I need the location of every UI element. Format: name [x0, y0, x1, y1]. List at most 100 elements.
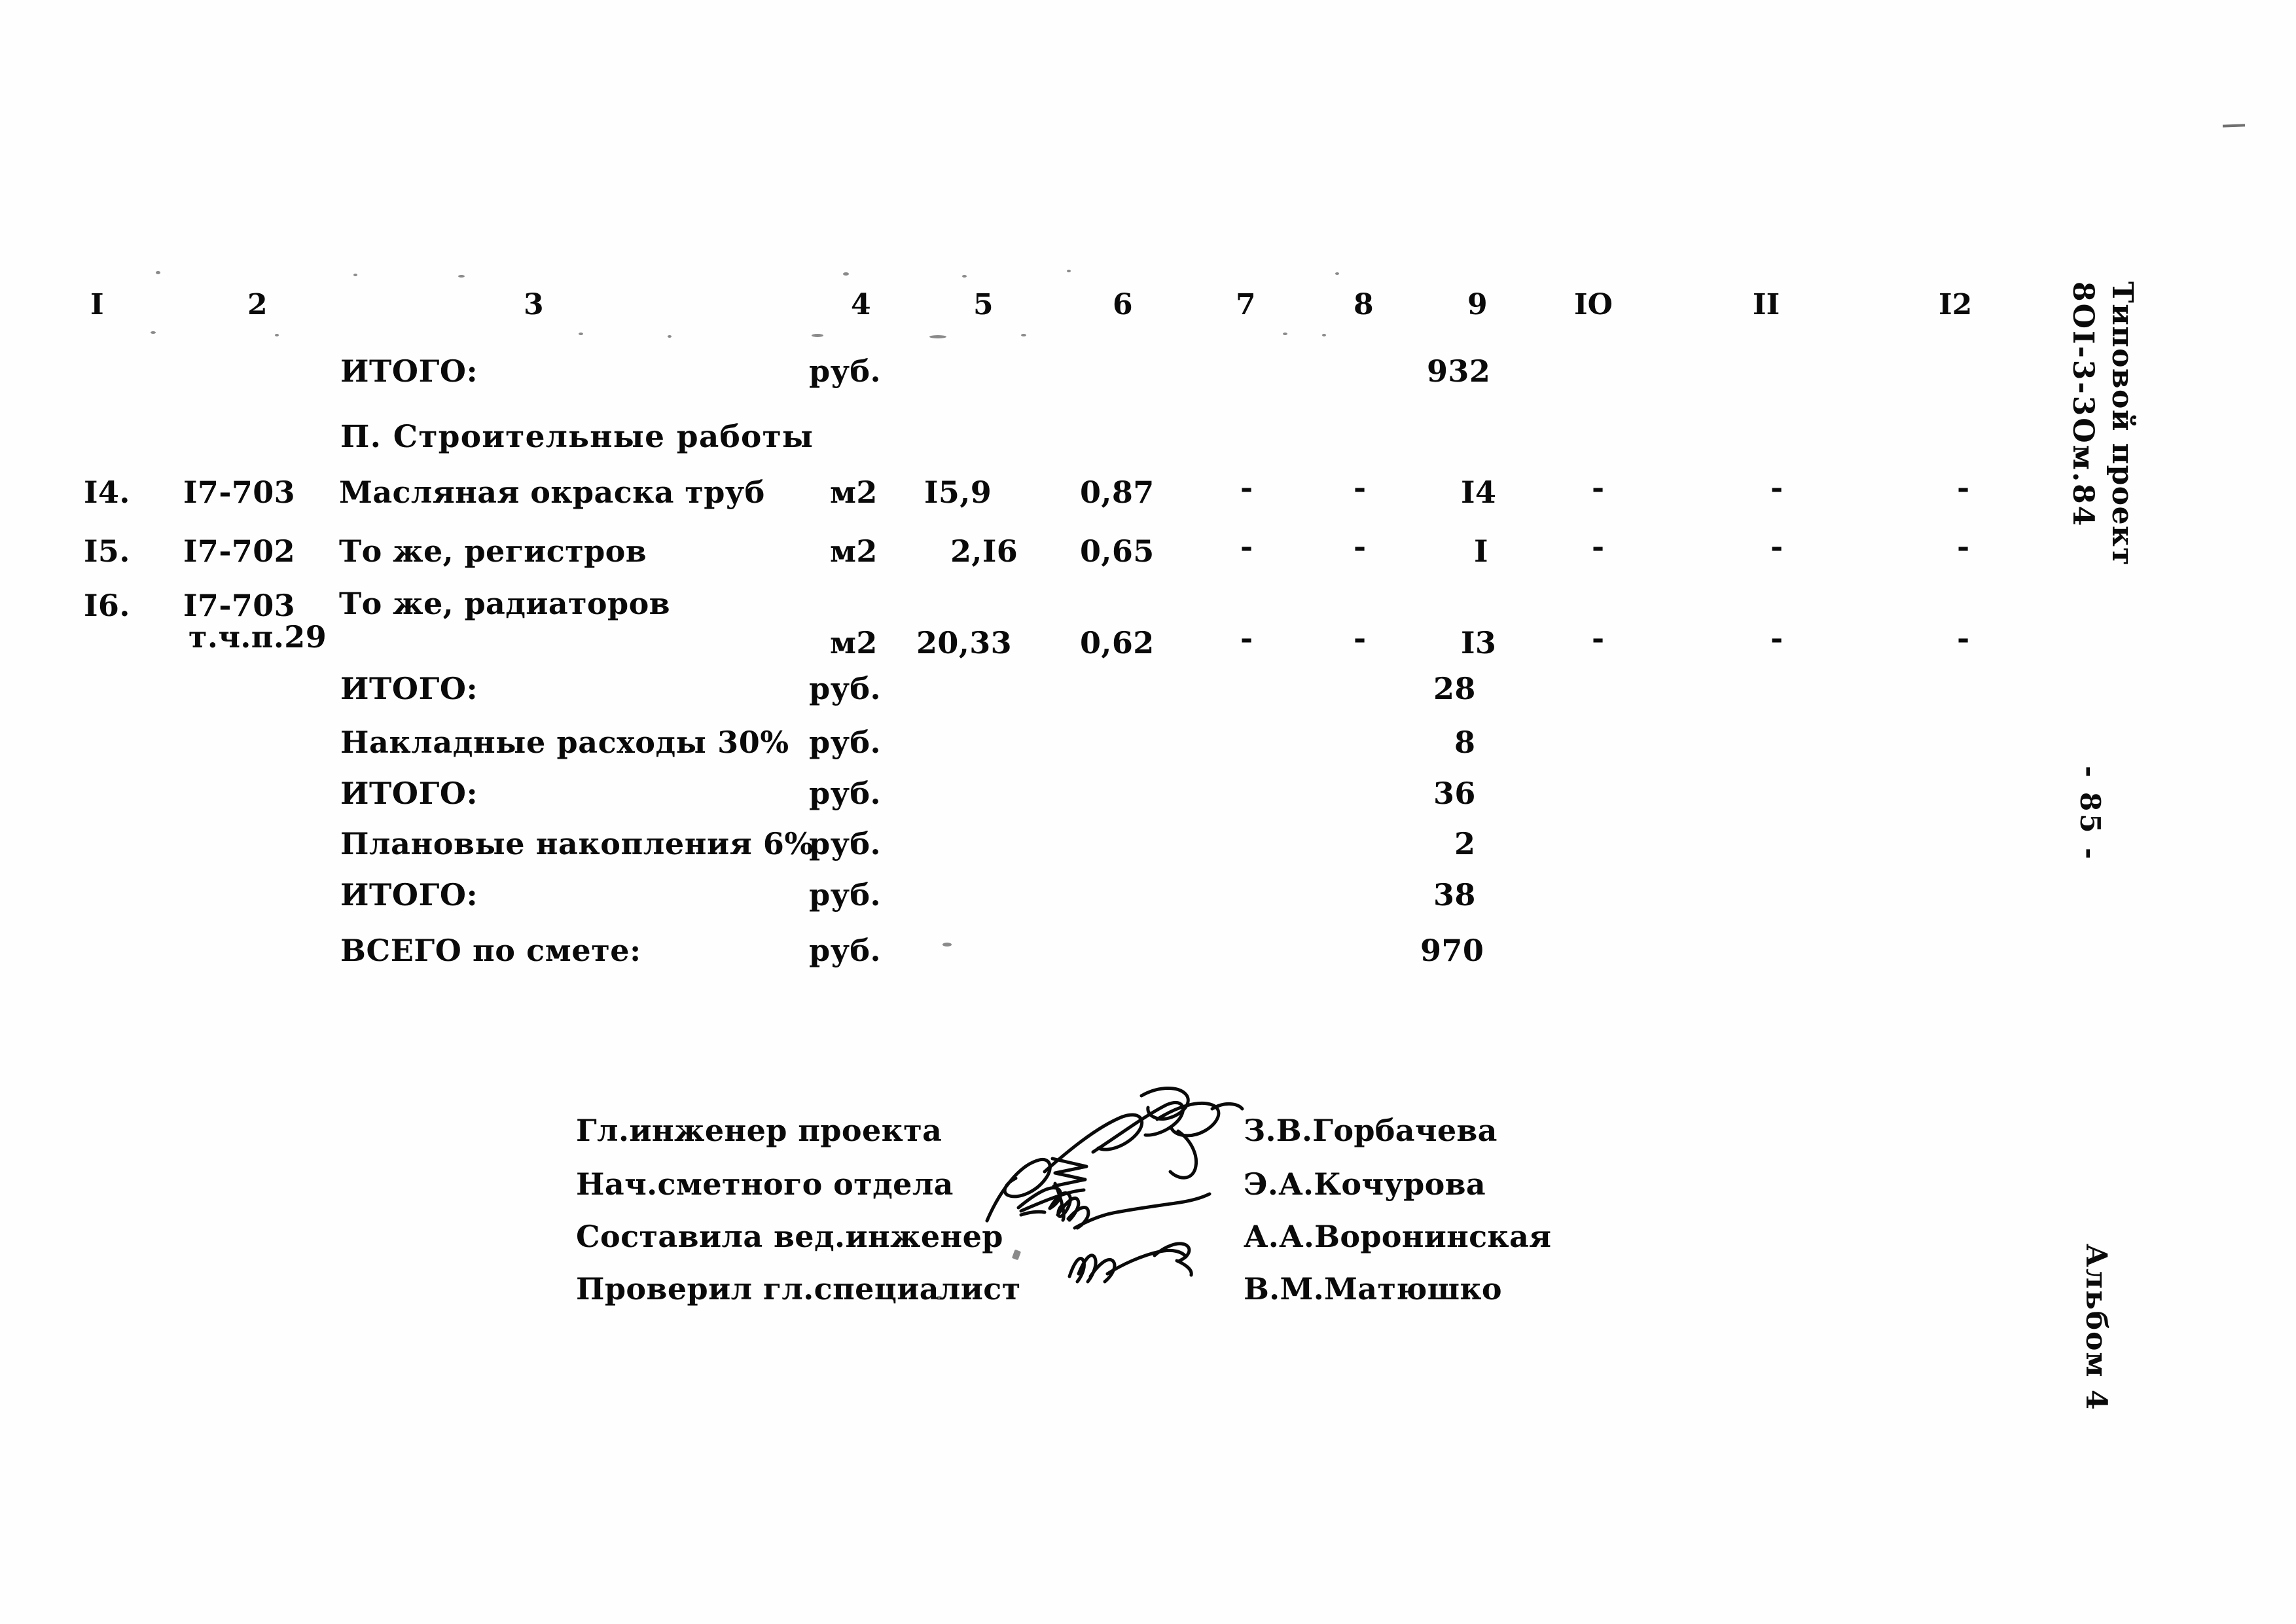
document-page: I 2 3 4 5 6 7 8 9 IO II I2 ИТОГО: руб. 9… [0, 0, 2296, 1624]
column-header-12: I2 [1939, 288, 1973, 321]
summary-unit: руб. [809, 776, 881, 811]
table-row-no: I5. [84, 533, 130, 569]
scan-noise [929, 335, 946, 338]
table-row-no: I6. [84, 588, 130, 623]
scan-artifact-tick [2222, 124, 2246, 128]
column-header-6: 6 [1113, 288, 1133, 321]
table-row-col12: - [1957, 529, 1970, 564]
summary-label: ИТОГО: [340, 671, 478, 706]
table-row-code: I7-703 [183, 588, 296, 623]
table-row-price: 0,62 [1080, 625, 1155, 660]
column-header-9: 9 [1467, 288, 1488, 321]
margin-project-label: Типовой проект [2106, 281, 2139, 567]
scan-noise [668, 335, 672, 338]
scan-noise [1021, 334, 1026, 336]
table-row-col8: - [1354, 621, 1367, 656]
table-row-unit: м2 [830, 533, 878, 569]
table-row-qty: 20,33 [916, 625, 1013, 660]
table-row-col10: - [1592, 470, 1605, 505]
summary-label: Плановые накопления 6% [340, 826, 814, 861]
summary-value: 2 [1454, 826, 1476, 861]
table-row-col9: I4 [1461, 475, 1497, 510]
scan-noise [579, 333, 583, 335]
signature-name: А.А.Воронинская [1244, 1219, 1552, 1254]
table-row-qty: I5,9 [924, 475, 992, 510]
summary-value: 36 [1433, 776, 1476, 811]
table-row-col9: I [1474, 533, 1488, 569]
signature-name: З.В.Горбачева [1244, 1113, 1498, 1148]
table-row-col7: - [1240, 529, 1253, 564]
signature-role: Проверил гл.специалист [576, 1271, 1021, 1307]
table-row-name: Масляная окраска труб [339, 475, 765, 510]
column-header-8: 8 [1354, 288, 1374, 321]
scan-noise [1067, 270, 1071, 272]
summary-value: 38 [1433, 877, 1476, 912]
column-header-11: II [1753, 288, 1780, 321]
column-header-7: 7 [1236, 288, 1256, 321]
scan-noise [353, 274, 357, 276]
table-row-col8: - [1354, 529, 1367, 564]
grand-total-unit: руб. [809, 933, 881, 968]
column-header-5: 5 [973, 288, 994, 321]
scan-noise [275, 334, 279, 336]
table-row-col8: - [1354, 470, 1367, 505]
table-row-price: 0,65 [1080, 533, 1155, 569]
scan-noise [1011, 1249, 1022, 1261]
scan-noise [156, 271, 160, 274]
margin-project-code: 8OI-3-3Oм.84 [2066, 281, 2100, 528]
grand-total-label: ВСЕГО по смете: [340, 933, 641, 968]
handwritten-signature [985, 1086, 1244, 1284]
section-heading: П. Строительные работы [340, 419, 814, 455]
top-total-label: ИТОГО: [340, 353, 478, 389]
table-row-col11: - [1770, 529, 1784, 564]
scan-noise [151, 331, 156, 334]
scan-noise [812, 334, 823, 337]
summary-label: Накладные расходы 30% [340, 725, 789, 760]
column-header-1: I [90, 288, 104, 321]
scan-noise [1335, 272, 1339, 275]
top-total-value: 932 [1427, 353, 1491, 389]
table-row-col7: - [1240, 621, 1253, 656]
table-row-name: То же, регистров [339, 533, 647, 569]
scan-noise [962, 275, 967, 278]
table-row-price: 0,87 [1080, 475, 1155, 510]
table-row-col11: - [1770, 470, 1784, 505]
table-row-col12: - [1957, 621, 1970, 656]
summary-label: ИТОГО: [340, 877, 478, 912]
column-header-10: IO [1574, 288, 1613, 321]
table-row-col11: - [1770, 621, 1784, 656]
table-row-col9: I3 [1461, 625, 1497, 660]
margin-page-number: - 85 - [2074, 766, 2106, 862]
table-row-col7: - [1240, 470, 1253, 505]
table-row-note: т.ч.п.29 [188, 619, 327, 655]
table-row-unit: м2 [830, 625, 878, 660]
summary-value: 28 [1433, 671, 1476, 706]
scan-noise [1283, 333, 1287, 335]
column-header-4: 4 [851, 288, 871, 321]
summary-unit: руб. [809, 725, 881, 760]
summary-unit: руб. [809, 826, 881, 861]
table-row-qty: 2,I6 [950, 533, 1018, 569]
table-row-code: I7-702 [183, 533, 296, 569]
summary-unit: руб. [809, 877, 881, 912]
signature-name: Э.А.Кочурова [1244, 1166, 1486, 1202]
table-row-col12: - [1957, 470, 1970, 505]
top-total-unit: руб. [809, 353, 881, 389]
column-header-2: 2 [247, 288, 268, 321]
scan-noise [1322, 334, 1326, 336]
summary-unit: руб. [809, 671, 881, 706]
column-header-3: 3 [524, 288, 544, 321]
scan-noise [458, 275, 465, 278]
grand-total-value: 970 [1420, 933, 1484, 968]
table-row-col10: - [1592, 529, 1605, 564]
table-row-col10: - [1592, 621, 1605, 656]
signature-role: Составила вед.инженер [576, 1219, 1003, 1254]
table-row-no: I4. [84, 475, 130, 510]
table-row-name: То же, радиаторов [339, 586, 671, 621]
summary-label: ИТОГО: [340, 776, 478, 811]
summary-value: 8 [1454, 725, 1476, 760]
signature-name: В.М.Матюшко [1244, 1271, 1502, 1307]
signature-role: Нач.сметного отдела [576, 1166, 954, 1202]
table-row-unit: м2 [830, 475, 878, 510]
signature-role: Гл.инженер проекта [576, 1113, 942, 1148]
